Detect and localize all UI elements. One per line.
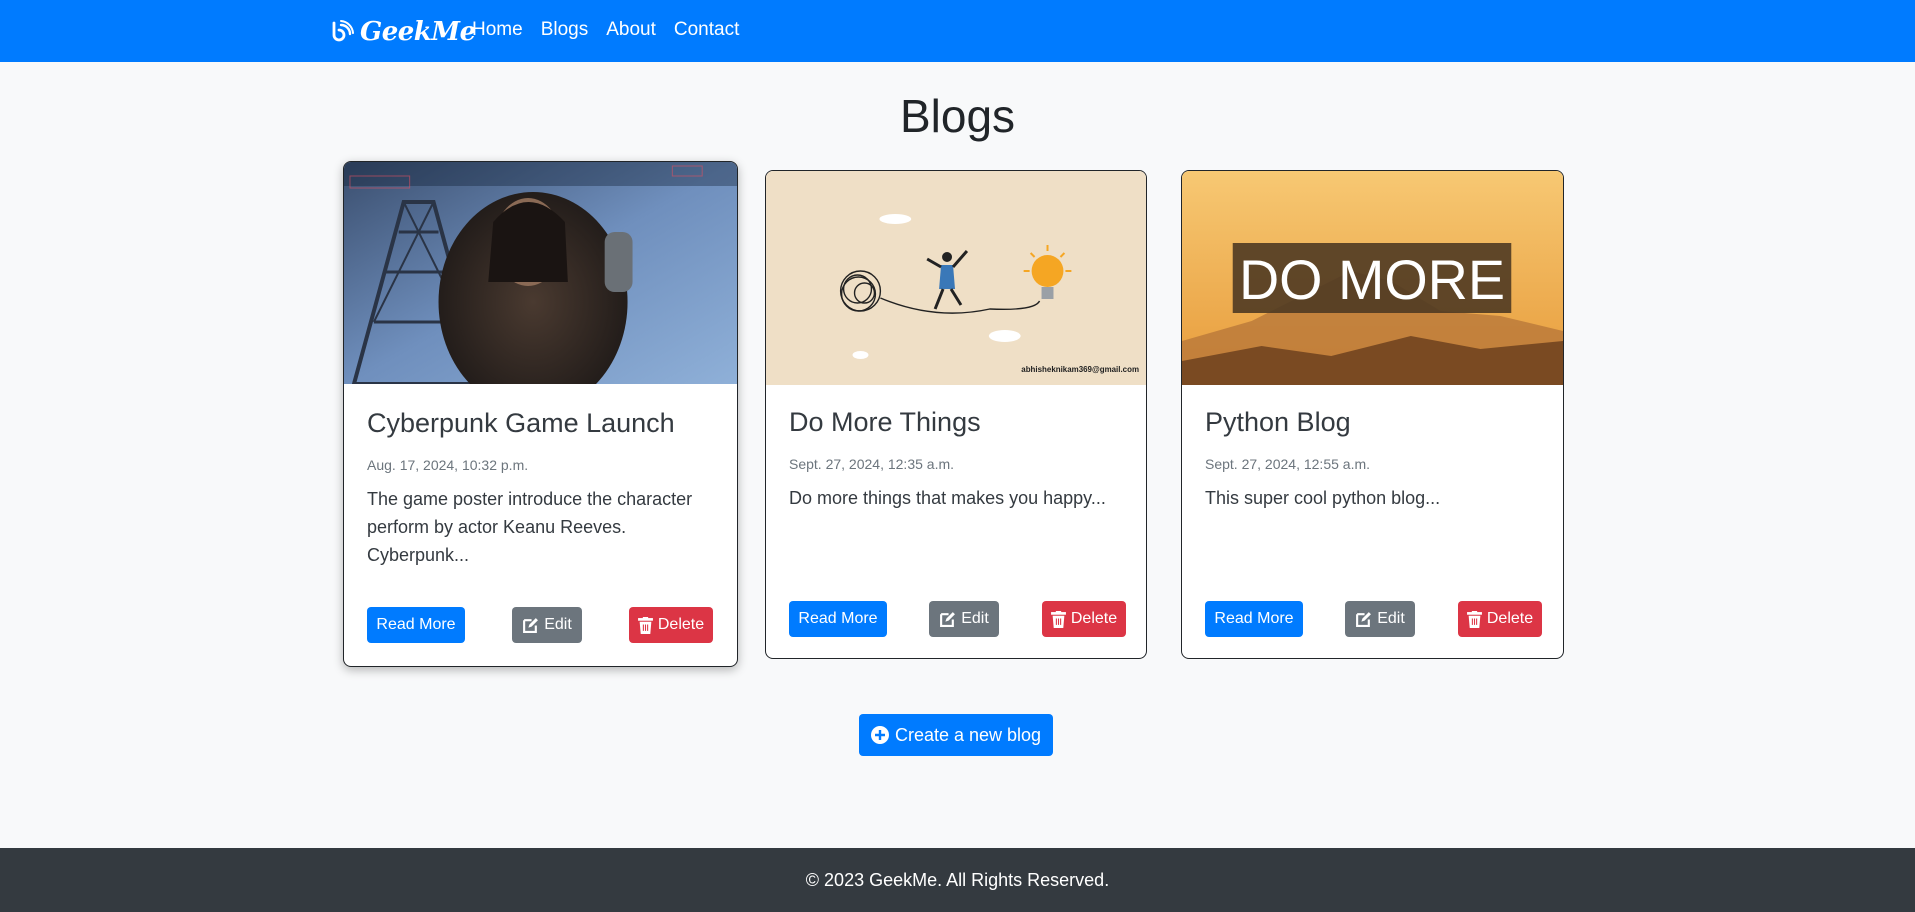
card-title: Cyberpunk Game Launch	[367, 408, 675, 438]
image-headline: DO MORE	[1239, 248, 1505, 311]
delete-button[interactable]: Delete	[1042, 601, 1126, 637]
read-more-button[interactable]: Read More	[367, 607, 465, 643]
footer-copyright: © 2023 GeekMe. All Rights Reserved.	[805, 869, 1110, 890]
nav-link-about[interactable]: About	[597, 18, 665, 42]
blog-card-do-more-things: abhisheknikam369@gmail.com Do More Thing…	[765, 170, 1147, 659]
card-date: Sept. 27, 2024, 12:35 a.m.	[789, 456, 955, 472]
page-title: Blogs	[899, 90, 1016, 142]
card-title: Do More Things	[789, 407, 981, 437]
delete-label: Delete	[1486, 610, 1534, 627]
card-title: Python Blog	[1205, 407, 1351, 437]
trash-icon	[1050, 610, 1066, 628]
create-blog-button[interactable]: Create a new blog	[859, 714, 1053, 756]
blog-card-cyberpunk: Cyberpunk Game Launch Aug. 17, 2024, 10:…	[343, 161, 738, 667]
blog-image-do-more-things: abhisheknikam369@gmail.com	[766, 171, 1146, 385]
edit-button[interactable]: Edit	[1345, 601, 1415, 637]
blog-image-python: DO MORE	[1182, 171, 1563, 385]
delete-button[interactable]: Delete	[1458, 601, 1542, 637]
image-email: abhisheknikam369@gmail.com	[1021, 365, 1139, 374]
create-blog-label: Create a new blog	[894, 724, 1042, 745]
delete-label: Delete	[657, 616, 705, 633]
delete-label: Delete	[1070, 610, 1118, 627]
nav-link-contact[interactable]: Contact	[665, 18, 748, 42]
edit-label: Edit	[1377, 610, 1405, 627]
edit-icon	[523, 617, 539, 633]
card-excerpt: The game poster introduce the character …	[367, 489, 693, 565]
trash-icon	[637, 616, 653, 634]
trash-icon	[1466, 610, 1482, 628]
edit-label: Edit	[961, 610, 989, 627]
edit-icon	[1356, 611, 1372, 627]
card-excerpt: This super cool python blog...	[1205, 488, 1441, 508]
edit-button[interactable]: Edit	[929, 601, 999, 637]
read-more-button[interactable]: Read More	[789, 601, 887, 637]
edit-label: Edit	[544, 616, 572, 633]
card-date: Aug. 17, 2024, 10:32 p.m.	[367, 457, 529, 473]
blog-image-cyberpunk	[344, 162, 737, 384]
nav-link-home[interactable]: Home	[472, 18, 532, 42]
plus-circle-icon	[870, 726, 889, 744]
navbar: GeekMe Home Blogs About Contact	[0, 0, 1915, 62]
nav-link-blogs[interactable]: Blogs	[532, 18, 598, 42]
blog-card-python: DO MORE Python Blog Sept. 27, 2024, 12:5…	[1181, 170, 1564, 659]
edit-icon	[940, 611, 956, 627]
brand-name: GeekMe	[360, 17, 476, 47]
blog-feed-icon	[332, 20, 354, 42]
nav-links: Home Blogs About Contact	[472, 18, 748, 42]
card-date: Sept. 27, 2024, 12:55 a.m.	[1205, 456, 1371, 472]
delete-button[interactable]: Delete	[629, 607, 713, 643]
brand-logo[interactable]: GeekMe	[330, 14, 476, 50]
footer: © 2023 GeekMe. All Rights Reserved.	[0, 848, 1915, 912]
read-more-button[interactable]: Read More	[1205, 601, 1303, 637]
card-excerpt: Do more things that makes you happy...	[789, 488, 1106, 508]
edit-button[interactable]: Edit	[512, 607, 582, 643]
